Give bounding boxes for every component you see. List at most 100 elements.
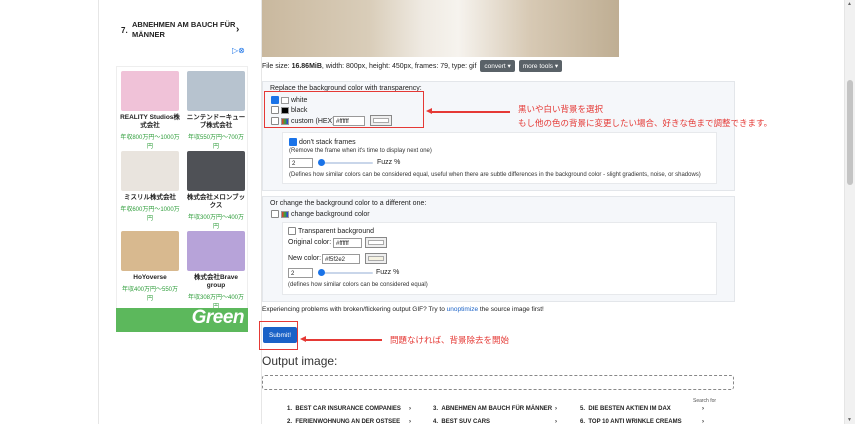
- chevron-right-icon: ›: [702, 406, 704, 412]
- more-tools-button[interactable]: more tools ▾: [518, 60, 563, 72]
- output-title: Output image:: [262, 354, 338, 368]
- option-dont-stack[interactable]: don't stack frames: [289, 138, 356, 146]
- job-salary: 年収300万円〜400万円: [187, 215, 245, 230]
- option-change-color[interactable]: change background color: [271, 210, 370, 218]
- page-scrollbar[interactable]: ▲ ▼: [844, 0, 855, 424]
- bottom-ad-link[interactable]: 3. ABNEHMEN AM BAUCH FÜR MÄNNER ›: [433, 406, 557, 412]
- dont-stack-checkbox[interactable]: [289, 138, 297, 146]
- job-company: HoYoverse: [133, 274, 167, 281]
- file-info: File size: 16.86MiB, width: 800px, heigh…: [262, 60, 563, 72]
- output-image-box: [262, 375, 734, 390]
- change-fuzz-slider-handle[interactable]: [318, 269, 326, 276]
- bottom-ad-link[interactable]: 4. BEST SUV CARS ›: [433, 419, 557, 425]
- chevron-right-icon: ›: [236, 24, 240, 35]
- unoptimize-link[interactable]: unoptimize: [447, 306, 478, 313]
- original-color-label: Original color:: [288, 239, 332, 246]
- new-color-label: New color:: [288, 255, 322, 262]
- ad-number: 5.: [580, 406, 586, 412]
- annotation-text-3: 問題なければ、背景除去を開始: [390, 335, 510, 345]
- job-image: [187, 151, 245, 191]
- ad-number: 4.: [433, 419, 439, 425]
- fuzz-label: Fuzz %: [377, 159, 401, 166]
- problem-note-text: Experiencing problems with broken/flicke…: [262, 306, 447, 313]
- job-company: 株式会社メロンブックス: [186, 194, 246, 209]
- problem-note: Experiencing problems with broken/flicke…: [262, 306, 544, 313]
- file-size-value: 16.86MiB: [291, 63, 322, 70]
- change-color-checkbox[interactable]: [271, 210, 279, 218]
- annotation-box-submit: [259, 321, 298, 350]
- dont-stack-hint: (Remove the frame when it's time to disp…: [289, 148, 432, 154]
- ad-text: FERIENWOHNUNG AN DER OSTSEE: [295, 419, 401, 425]
- job-salary: 年収600万円〜1000万円: [120, 207, 180, 222]
- original-color-input[interactable]: #ffffff: [333, 238, 362, 248]
- file-dimensions: , width: 800px, height: 450px, frames: 7…: [321, 63, 477, 70]
- chevron-right-icon: ›: [409, 419, 411, 425]
- new-color-input[interactable]: #f5f2e2: [322, 254, 360, 264]
- ad-link-top[interactable]: 7. ABNEHMEN AM BAUCH FÜR MÄNNER ›: [116, 0, 248, 48]
- job-company: REALITY Studios株式会社: [120, 114, 180, 129]
- annotation-arrow-icon: [426, 108, 510, 114]
- job-salary: 年収400万円〜550万円: [121, 287, 179, 302]
- fuzz-hint: (Defines how similar colors can be consi…: [289, 172, 701, 178]
- job-image: [121, 151, 179, 191]
- transparent-checkbox[interactable]: [288, 227, 296, 235]
- new-color-picker[interactable]: [365, 253, 387, 264]
- fuzz-slider-handle[interactable]: [318, 159, 326, 166]
- change-color-label: change background color: [291, 210, 370, 218]
- convert-button[interactable]: convert ▾: [480, 60, 515, 72]
- chevron-right-icon: ›: [555, 419, 557, 425]
- transparent-label: Transparent background: [298, 227, 375, 235]
- job-image: [187, 231, 245, 271]
- bottom-ad-link[interactable]: 1. BEST CAR INSURANCE COMPANIES ›: [287, 406, 411, 412]
- scroll-down-icon[interactable]: ▼: [847, 417, 852, 423]
- annotation-arrow-icon: [300, 336, 382, 342]
- change-fuzz-slider[interactable]: [318, 269, 373, 276]
- change-fuzz-label: Fuzz %: [376, 269, 400, 276]
- job-card[interactable]: 株式会社Brave group 年収308万円〜400万円: [185, 231, 247, 310]
- job-card[interactable]: 株式会社メロンブックス 年収300万円〜400万円: [185, 151, 247, 230]
- job-card[interactable]: ニンテンドーキューブ株式会社 年収550万円〜700万円: [185, 71, 247, 150]
- job-image: [187, 71, 245, 111]
- ad-number: 3.: [433, 406, 439, 412]
- bottom-ad-link[interactable]: 5. DIE BESTEN AKTIEN IM DAX ›: [580, 406, 704, 412]
- bottom-ad-link[interactable]: 2. FERIENWOHNUNG AN DER OSTSEE ›: [287, 419, 411, 425]
- fuzz-slider[interactable]: [318, 159, 373, 166]
- job-card[interactable]: HoYoverse 年収400万円〜550万円: [119, 231, 181, 302]
- scrollbar-thumb[interactable]: [847, 80, 853, 185]
- palette-icon: [281, 210, 289, 218]
- ad-text: BEST CAR INSURANCE COMPANIES: [295, 406, 401, 412]
- column-divider-left: [98, 0, 99, 424]
- job-salary: 年収550万円〜700万円: [187, 135, 245, 150]
- job-card[interactable]: REALITY Studios株式会社 年収800万円〜1000万円: [119, 71, 181, 150]
- ad-choices-icon[interactable]: ▷⊗: [232, 46, 245, 55]
- ad-text: BEST SUV CARS: [441, 419, 491, 425]
- frame-options-box: don't stack frames (Remove the frame whe…: [282, 132, 717, 184]
- ad-number: 1.: [287, 406, 293, 412]
- file-size-label: File size:: [262, 63, 292, 70]
- search-for-label: Search for: [693, 398, 717, 404]
- scroll-up-icon[interactable]: ▲: [847, 1, 852, 7]
- job-card[interactable]: ミスリル株式会社 年収600万円〜1000万円: [119, 151, 181, 222]
- chevron-right-icon: ›: [409, 406, 411, 412]
- job-salary: 年収800万円〜1000万円: [120, 135, 180, 150]
- fuzz-input[interactable]: 2: [289, 158, 313, 168]
- ad-text: ABNEHMEN AM BAUCH FÜR MÄNNER: [441, 406, 553, 412]
- annotation-text-2: もし他の色の背景に変更したい場合、好きな色まで調整できます。: [518, 118, 773, 128]
- job-company: ニンテンドーキューブ株式会社: [186, 114, 246, 129]
- change-options-box: Transparent background Original color: #…: [282, 222, 717, 295]
- chevron-right-icon: ›: [702, 419, 704, 425]
- original-color-picker[interactable]: [365, 237, 387, 248]
- annotation-text-1: 黒いや白い背景を選択: [518, 104, 604, 114]
- change-fuzz-input[interactable]: 2: [288, 268, 313, 278]
- change-color-panel: Or change the background color to a diff…: [262, 196, 735, 302]
- bottom-ad-link[interactable]: 6. TOP 10 ANTI WRINKLE CREAMS ›: [580, 419, 704, 425]
- job-ad-panel[interactable]: REALITY Studios株式会社 年収800万円〜1000万円 ニンテンド…: [116, 66, 248, 332]
- ad-text: ABNEHMEN AM BAUCH FÜR MÄNNER: [132, 20, 236, 39]
- option-transparent[interactable]: Transparent background: [288, 227, 374, 235]
- ad-text: TOP 10 ANTI WRINKLE CREAMS: [588, 419, 682, 425]
- ad-text: DIE BESTEN AKTIEN IM DAX: [588, 406, 671, 412]
- green-banner-ad[interactable]: Green: [116, 307, 248, 332]
- banner-logo: Green: [191, 307, 245, 328]
- change-fuzz-hint: (defines how similar colors can be consi…: [288, 282, 428, 288]
- job-company: ミスリル株式会社: [124, 194, 176, 201]
